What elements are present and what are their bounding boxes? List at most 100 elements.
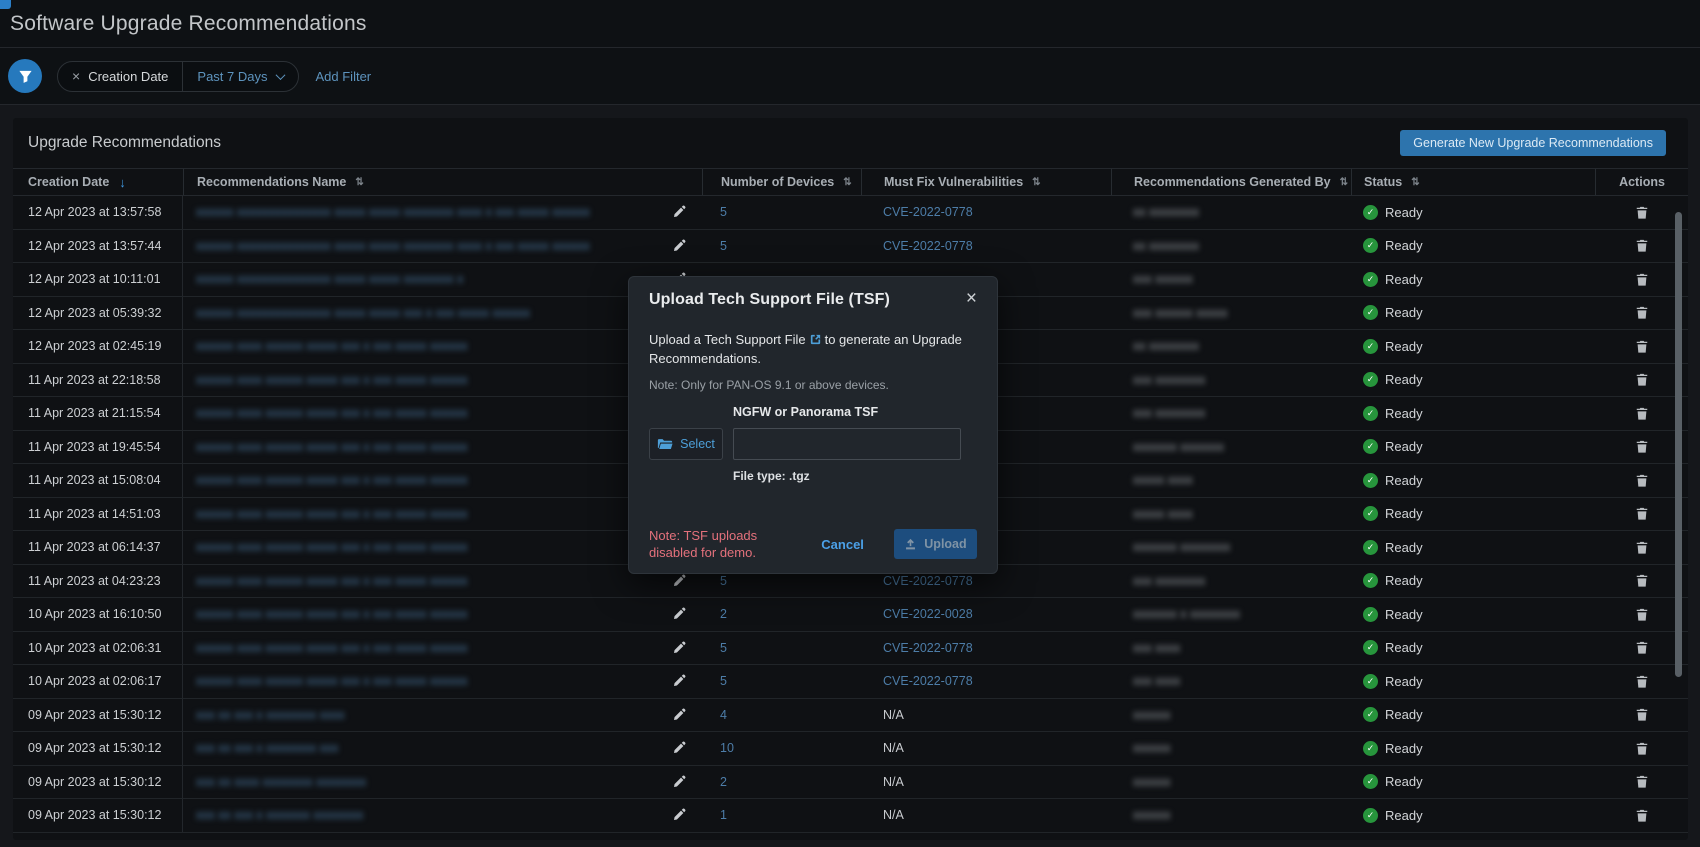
delete-icon[interactable] <box>1633 236 1651 255</box>
delete-icon[interactable] <box>1633 705 1651 724</box>
recommendation-name-link-redacted[interactable]: xxx xx xxx x xxxxxxxx xxxx <box>196 708 345 722</box>
cell-must-fix-vulnerabilities[interactable]: CVE-2022-0778 <box>861 196 1111 229</box>
recommendation-name-link-redacted[interactable]: xxxxxx xxxx xxxxxx xxxxx xxx x xxx xxxxx… <box>196 406 468 420</box>
delete-icon[interactable] <box>1633 504 1651 523</box>
cell-number-of-devices[interactable]: 10 <box>702 732 861 765</box>
delete-icon[interactable] <box>1633 437 1651 456</box>
recommendation-name-link-redacted[interactable]: xxx xx xxx x xxxxxxx xxxxxxxx <box>196 808 363 822</box>
cell-number-of-devices[interactable]: 2 <box>702 598 861 631</box>
filter-chip-value-label: Past 7 Days <box>197 69 267 84</box>
delete-icon[interactable] <box>1633 806 1651 825</box>
recommendation-name-link-redacted[interactable]: xxxxxx xxxx xxxxxx xxxxx xxx x xxx xxxxx… <box>196 540 468 554</box>
column-header-recommendations-name[interactable]: Recommendations Name⇅ <box>183 169 702 195</box>
recommendation-name-link-redacted[interactable]: xxxxxx xxxx xxxxxx xxxxx xxx x xxx xxxxx… <box>196 641 468 655</box>
cell-must-fix-vulnerabilities[interactable]: N/A <box>861 699 1111 732</box>
recommendation-name-link-redacted[interactable]: xxxxxx xxxxxxxxxxxxxxx xxxxx xxxxx xxxxx… <box>196 205 590 219</box>
edit-icon[interactable] <box>670 605 688 623</box>
delete-icon[interactable] <box>1633 337 1651 356</box>
column-header-number-of-devices[interactable]: Number of Devices⇅ <box>702 169 861 195</box>
delete-icon[interactable] <box>1633 370 1651 389</box>
filter-chip: × Creation Date Past 7 Days <box>57 61 299 92</box>
sort-desc-icon: ↓ <box>119 175 126 190</box>
select-file-button[interactable]: Select <box>649 428 723 460</box>
edit-icon[interactable] <box>670 672 688 690</box>
edit-icon[interactable] <box>670 806 688 824</box>
recommendation-name-link-redacted[interactable]: xxxxxx xxxx xxxxxx xxxxx xxx x xxx xxxxx… <box>196 674 468 688</box>
cell-actions <box>1595 799 1688 832</box>
edit-icon[interactable] <box>670 237 688 255</box>
cell-must-fix-vulnerabilities[interactable]: N/A <box>861 732 1111 765</box>
edit-icon[interactable] <box>670 739 688 757</box>
add-filter-link[interactable]: Add Filter <box>316 69 372 84</box>
delete-icon[interactable] <box>1633 605 1651 624</box>
cancel-button[interactable]: Cancel <box>821 537 864 552</box>
column-header-status[interactable]: Status⇅ <box>1351 169 1595 195</box>
recommendation-name-link-redacted[interactable]: xxxxxx xxxx xxxxxx xxxxx xxx x xxx xxxxx… <box>196 373 468 387</box>
external-link-icon[interactable] <box>806 332 825 347</box>
edit-icon[interactable] <box>670 639 688 657</box>
filter-button[interactable] <box>8 59 42 93</box>
cell-number-of-devices[interactable]: 1 <box>702 799 861 832</box>
column-header-recommendations-generated-by[interactable]: Recommendations Generated By⇅ <box>1111 169 1351 195</box>
delete-icon[interactable] <box>1633 471 1651 490</box>
cell-number-of-devices[interactable]: 4 <box>702 699 861 732</box>
cell-number-of-devices[interactable]: 2 <box>702 766 861 799</box>
recommendation-name-link-redacted[interactable]: xxx xx xxx x xxxxxxxx xxx <box>196 741 338 755</box>
edit-icon[interactable] <box>670 572 688 590</box>
cell-must-fix-vulnerabilities[interactable]: CVE-2022-0778 <box>861 632 1111 665</box>
edit-icon[interactable] <box>670 773 688 791</box>
upload-button-label: Upload <box>924 537 966 551</box>
recommendation-name-link-redacted[interactable]: xxxxxx xxxx xxxxxx xxxxx xxx x xxx xxxxx… <box>196 607 468 621</box>
column-header-must-fix-vulnerabilities[interactable]: Must Fix Vulnerabilities⇅ <box>861 169 1111 195</box>
recommendation-name-link-redacted[interactable]: xxxxxx xxxxxxxxxxxxxxx xxxxx xxxxx xxx x… <box>196 306 530 320</box>
recommendation-name-link-redacted[interactable]: xxxxxx xxxxxxxxxxxxxxx xxxxx xxxxx xxxxx… <box>196 239 590 253</box>
vertical-scrollbar-thumb[interactable] <box>1675 212 1682 677</box>
cell-status: ✓ Ready <box>1351 230 1595 263</box>
edit-icon[interactable] <box>670 706 688 724</box>
filter-chip-field[interactable]: × Creation Date <box>58 62 182 91</box>
cell-recommendations-name: xxxxxx xxxx xxxxxx xxxxx xxx x xxx xxxxx… <box>183 565 702 598</box>
delete-icon[interactable] <box>1633 638 1651 657</box>
cell-must-fix-vulnerabilities[interactable]: CVE-2022-0778 <box>861 230 1111 263</box>
generate-recommendations-button[interactable]: Generate New Upgrade Recommendations <box>1400 130 1666 156</box>
cell-number-of-devices[interactable]: 5 <box>702 632 861 665</box>
recommendation-name-link-redacted[interactable]: xxx xx xxxx xxxxxxxx xxxxxxxx <box>196 775 366 789</box>
delete-icon[interactable] <box>1633 303 1651 322</box>
check-icon: ✓ <box>1363 674 1378 689</box>
delete-icon[interactable] <box>1633 270 1651 289</box>
cell-must-fix-vulnerabilities[interactable]: CVE-2022-0778 <box>861 665 1111 698</box>
delete-icon[interactable] <box>1633 203 1651 222</box>
delete-icon[interactable] <box>1633 571 1651 590</box>
close-icon[interactable]: × <box>966 291 977 307</box>
cell-recommendations-name: xxxxxx xxxx xxxxxx xxxxx xxx x xxx xxxxx… <box>183 598 702 631</box>
column-header-creation-date[interactable]: Creation Date↓ <box>13 169 183 195</box>
delete-icon[interactable] <box>1633 772 1651 791</box>
cell-number-of-devices[interactable]: 5 <box>702 230 861 263</box>
cell-must-fix-vulnerabilities[interactable]: N/A <box>861 766 1111 799</box>
cell-status: ✓ Ready <box>1351 464 1595 497</box>
status-label: Ready <box>1385 272 1423 287</box>
remove-filter-icon[interactable]: × <box>72 68 80 84</box>
filter-chip-value[interactable]: Past 7 Days <box>182 62 297 91</box>
edit-icon[interactable] <box>670 203 688 221</box>
cell-must-fix-vulnerabilities[interactable]: CVE-2022-0028 <box>861 598 1111 631</box>
delete-icon[interactable] <box>1633 739 1651 758</box>
recommendation-name-link-redacted[interactable]: xxxxxx xxxx xxxxxx xxxxx xxx x xxx xxxxx… <box>196 574 468 588</box>
generated-by-redacted: xxx xxxxxxxx <box>1133 574 1205 588</box>
recommendation-name-link-redacted[interactable]: xxxxxx xxxxxxxxxxxxxxx xxxxx xxxxx xxxxx… <box>196 272 463 286</box>
tsf-filename-input[interactable] <box>733 428 961 460</box>
delete-icon[interactable] <box>1633 404 1651 423</box>
cell-number-of-devices[interactable]: 5 <box>702 196 861 229</box>
recommendation-name-link-redacted[interactable]: xxxxxx xxxx xxxxxx xxxxx xxx x xxx xxxxx… <box>196 440 468 454</box>
delete-icon[interactable] <box>1633 672 1651 691</box>
recommendation-name-link-redacted[interactable]: xxxxxx xxxx xxxxxx xxxxx xxx x xxx xxxxx… <box>196 473 468 487</box>
upload-button[interactable]: Upload <box>894 529 977 559</box>
cell-recommendations-name: xxxxxx xxxx xxxxxx xxxxx xxx x xxx xxxxx… <box>183 498 702 531</box>
delete-icon[interactable] <box>1633 538 1651 557</box>
cell-number-of-devices[interactable]: 5 <box>702 665 861 698</box>
cell-must-fix-vulnerabilities[interactable]: N/A <box>861 799 1111 832</box>
recommendation-name-link-redacted[interactable]: xxxxxx xxxx xxxxxx xxxxx xxx x xxx xxxxx… <box>196 507 468 521</box>
recommendation-name-link-redacted[interactable]: xxxxxx xxxx xxxxxx xxxxx xxx x xxx xxxxx… <box>196 339 468 353</box>
generated-by-redacted: xxxxxx <box>1133 775 1171 789</box>
cell-recommendations-name: xxx xx xxx x xxxxxxxx xxxx <box>183 699 702 732</box>
